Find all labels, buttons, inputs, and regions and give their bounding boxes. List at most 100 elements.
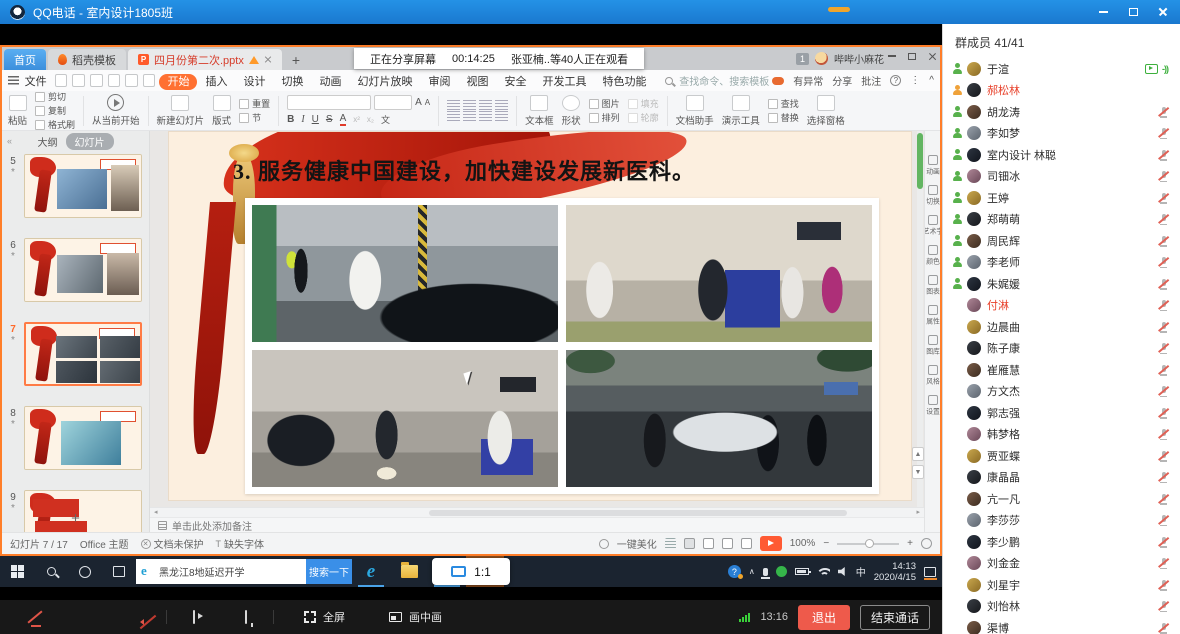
present-tools-button[interactable]: 演示工具 <box>722 95 760 127</box>
redo-icon[interactable] <box>143 74 156 87</box>
member-row[interactable]: 边晨曲 <box>943 316 1180 338</box>
menu-tab[interactable]: 幻灯片放映 <box>349 74 420 90</box>
message-badge[interactable]: 1 <box>796 53 809 65</box>
member-row[interactable]: 室内设计 林聪 <box>943 144 1180 166</box>
slide-sorter-icon[interactable] <box>703 538 714 549</box>
comment-menu[interactable]: 批注 <box>861 73 881 88</box>
menu-tab[interactable]: 设计 <box>235 74 273 90</box>
indent-decrease-icon[interactable] <box>479 100 492 110</box>
slide-thumbnail[interactable]: 8 <box>2 406 149 470</box>
wps-restore-icon[interactable] <box>908 53 916 60</box>
screen-share-button[interactable] <box>193 611 195 623</box>
collapse-ribbon-icon[interactable]: ^ <box>929 75 934 86</box>
pip-button[interactable]: 画中画 <box>389 609 442 625</box>
action-center-icon[interactable] <box>924 567 936 577</box>
output-icon[interactable] <box>72 74 85 87</box>
horizontal-scrollbar[interactable]: ◂ ▸ <box>150 507 924 517</box>
shapes-button[interactable]: 形状 <box>562 95 581 127</box>
superscript-button[interactable]: x² <box>353 115 360 124</box>
member-row[interactable]: 韩梦格 <box>943 424 1180 446</box>
side-tool[interactable]: 动画 <box>925 155 941 177</box>
copy-button[interactable]: 复制 <box>35 104 75 117</box>
taskbar-search-button[interactable] <box>34 556 68 587</box>
tab-templates[interactable]: 稻壳模板 <box>48 49 126 70</box>
file-menu[interactable]: 文件 <box>25 73 47 89</box>
account-area[interactable]: 1 哔哔小麻花 <box>796 51 884 66</box>
exit-button[interactable]: 退出 <box>798 605 850 630</box>
align-right-icon[interactable] <box>479 111 492 121</box>
side-tool[interactable]: 风格 <box>925 365 941 387</box>
side-tool[interactable]: 属性 <box>925 305 941 327</box>
fullscreen-button[interactable]: 全屏 <box>304 609 345 625</box>
member-row[interactable]: 郭志强 <box>943 402 1180 424</box>
slide-thumbnail[interactable]: 5 <box>2 154 149 218</box>
font-grow-button[interactable]: A <box>415 97 422 108</box>
side-tool[interactable]: 图库 <box>925 335 941 357</box>
member-row[interactable]: 崔雁慧 <box>943 359 1180 381</box>
previous-slide-button[interactable]: ▲ <box>912 447 924 461</box>
bullets-icon[interactable] <box>447 100 460 110</box>
tray-mic-icon[interactable] <box>763 568 768 576</box>
zoom-level[interactable]: 100% <box>790 538 816 549</box>
member-row[interactable]: 渠博 <box>943 617 1180 634</box>
zoom-out-button[interactable]: − <box>823 538 829 549</box>
start-button[interactable] <box>0 556 34 587</box>
member-row[interactable]: 贾亚蝶 <box>943 445 1180 467</box>
help-icon[interactable]: ? <box>890 75 901 86</box>
slide-title[interactable]: 3. 服务健康中国建设，加快建设发展新医科。 <box>233 154 695 186</box>
zoom-knob[interactable] <box>865 539 874 548</box>
member-row[interactable]: 王婷 <box>943 187 1180 209</box>
beautify-button[interactable]: 一键美化 <box>617 536 657 551</box>
menu-tab[interactable]: 插入 <box>197 74 235 90</box>
hidden-icons-chevron[interactable]: ∧ <box>749 567 755 576</box>
wifi-icon[interactable] <box>817 567 830 577</box>
font-family-select[interactable] <box>287 95 371 110</box>
arrange-button[interactable]: 排列 <box>589 111 620 124</box>
notes-bar[interactable]: 单击此处添加备注 <box>150 517 924 532</box>
slideshow-button[interactable] <box>760 536 782 551</box>
member-row[interactable]: 康晶晶 <box>943 467 1180 489</box>
member-row[interactable]: 亢一凡 <box>943 488 1180 510</box>
member-row[interactable]: 陈子康 <box>943 338 1180 360</box>
outline-tab[interactable]: 大纲 <box>38 134 58 149</box>
member-row[interactable]: 刘怡林 <box>943 596 1180 618</box>
reading-view-icon[interactable] <box>722 538 733 549</box>
slide-canvas[interactable]: 3. 服务健康中国建设，加快建设发展新医科。 ▲ ▼ <box>150 131 924 507</box>
tray-app-icon[interactable] <box>776 566 787 577</box>
new-slide-button[interactable]: 新建幻灯片 <box>157 95 205 127</box>
paste-button[interactable]: 粘贴 <box>8 95 27 127</box>
member-row[interactable]: 付淋 <box>943 295 1180 317</box>
text-effect-button[interactable]: 文 <box>381 113 390 126</box>
taskbar-search-box[interactable]: e 黑龙江8地延迟开学 搜索一下 <box>136 559 352 584</box>
menu-tab[interactable]: 开发工具 <box>534 74 594 90</box>
share-menu[interactable]: 分享 <box>832 73 852 88</box>
close-button[interactable] <box>1148 1 1178 23</box>
cloud-sync-icon[interactable] <box>772 77 784 85</box>
member-row[interactable]: 刘星宇 <box>943 574 1180 596</box>
presentation-button[interactable] <box>245 611 247 623</box>
collapse-panel-icon[interactable]: « <box>7 136 12 146</box>
slide-photo-grid[interactable] <box>245 198 879 494</box>
hamburger-icon[interactable] <box>8 76 19 85</box>
textbox-button[interactable]: 文本框 <box>525 95 554 127</box>
side-tool[interactable]: 艺术字 <box>924 215 940 237</box>
notes-toggle-icon[interactable] <box>665 538 676 549</box>
menu-tab[interactable]: 安全 <box>496 74 534 90</box>
member-row[interactable]: 郑萌萌 <box>943 209 1180 231</box>
member-row[interactable]: 方文杰 <box>943 381 1180 403</box>
wps-close-icon[interactable] <box>928 52 936 60</box>
member-row[interactable]: 李老师 <box>943 252 1180 274</box>
scroll-right-icon[interactable]: ▸ <box>916 508 920 518</box>
menu-tab[interactable]: 审阅 <box>420 74 458 90</box>
member-row[interactable]: 李莎莎 <box>943 510 1180 532</box>
doc-assistant-button[interactable]: 文档助手 <box>676 95 714 127</box>
missing-font-status[interactable]: 缺失字体 <box>224 536 264 551</box>
slide-thumbnail[interactable]: 7 <box>2 322 149 386</box>
add-slide-button[interactable]: + <box>2 510 149 530</box>
member-row[interactable]: 李少鹏 <box>943 531 1180 553</box>
align-center-icon[interactable] <box>463 111 476 121</box>
menu-tab[interactable]: 视图 <box>458 74 496 90</box>
command-search[interactable]: 查找命令、搜索模板 <box>679 73 769 88</box>
more-icon[interactable]: ⋮ <box>910 75 920 86</box>
play-from-current-button[interactable]: 从当前开始 <box>92 94 140 127</box>
